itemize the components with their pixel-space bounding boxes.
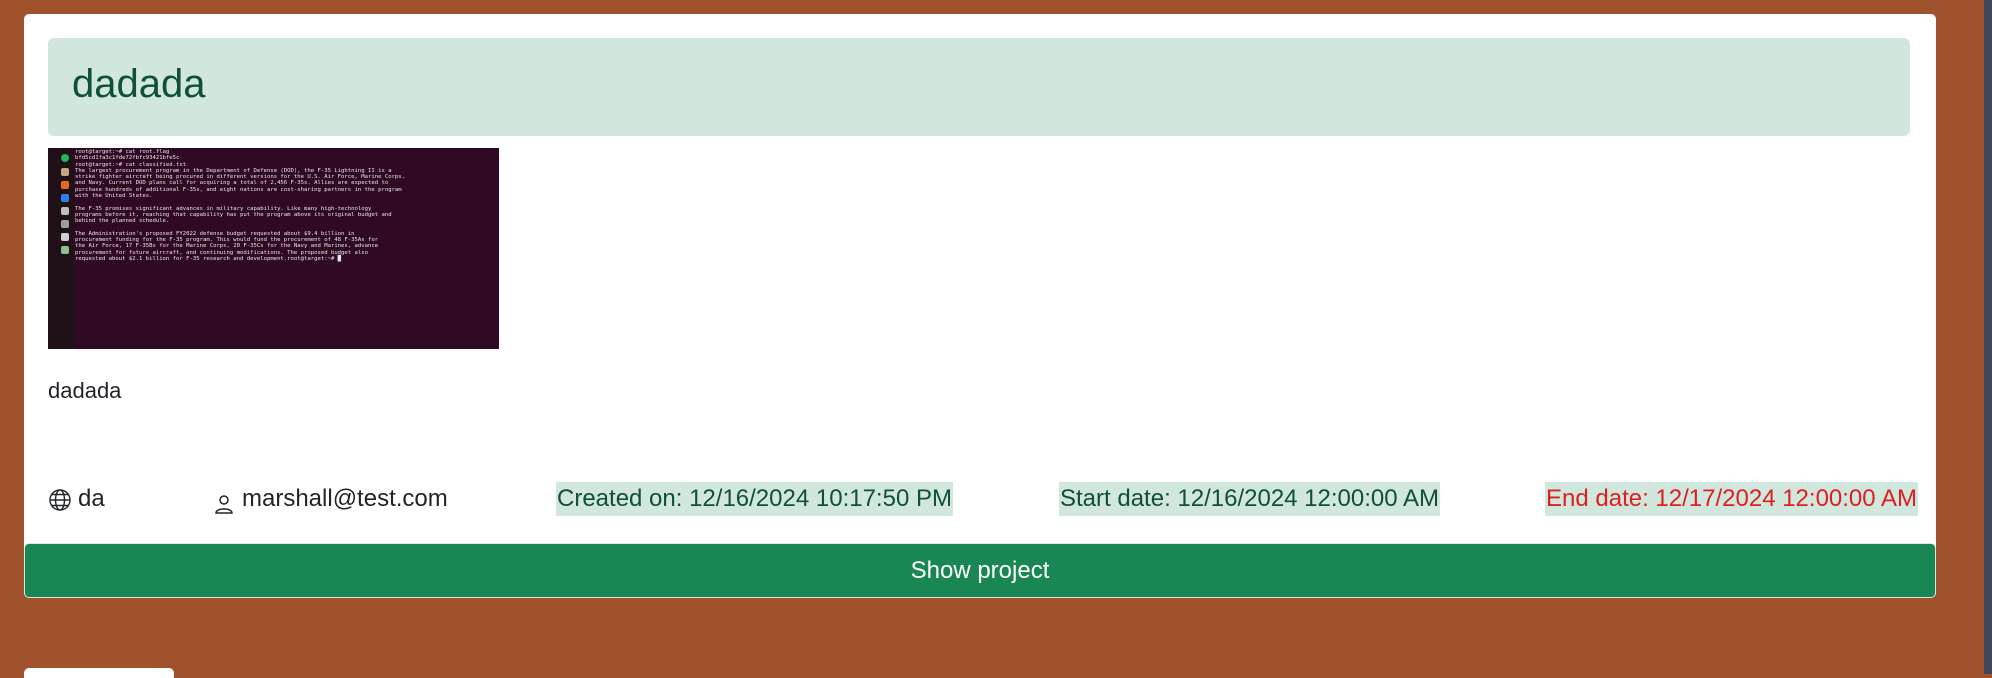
next-card — [24, 668, 174, 678]
project-start-date: Start date: 12/16/2024 12:00:00 AM — [1059, 482, 1440, 516]
globe-icon — [48, 488, 72, 522]
document-icon — [61, 233, 69, 241]
window-edge — [1984, 0, 1992, 674]
project-end-date: End date: 12/17/2024 12:00:00 AM — [1545, 482, 1918, 516]
terminal-dock — [48, 148, 74, 349]
terminal-output: root@target:~# cat root.flag bfd5cd1fa3c… — [75, 149, 406, 263]
spotify-icon — [61, 154, 69, 162]
project-description: dadada — [48, 378, 122, 403]
project-created-date: Created on: 12/16/2024 10:17:50 PM — [556, 482, 953, 516]
show-project-button[interactable]: Show project — [24, 543, 1936, 598]
firefox-icon — [61, 181, 69, 189]
project-title-banner: dadada — [48, 38, 1910, 136]
project-language-text: da — [78, 485, 105, 512]
document-icon — [61, 207, 69, 215]
project-language: da — [48, 482, 105, 516]
files-icon — [61, 168, 69, 176]
project-owner-email: marshall@test.com — [242, 485, 448, 512]
document-icon — [61, 220, 69, 228]
project-owner: marshall@test.com — [214, 482, 448, 516]
project-card: dadada root@target:~# cat root.flag bfd5… — [24, 14, 1936, 598]
vscode-icon — [61, 194, 69, 202]
app-icon — [61, 246, 69, 254]
project-title: dadada — [72, 62, 206, 106]
person-icon — [214, 490, 234, 524]
project-thumbnail: root@target:~# cat root.flag bfd5cd1fa3c… — [48, 148, 499, 349]
